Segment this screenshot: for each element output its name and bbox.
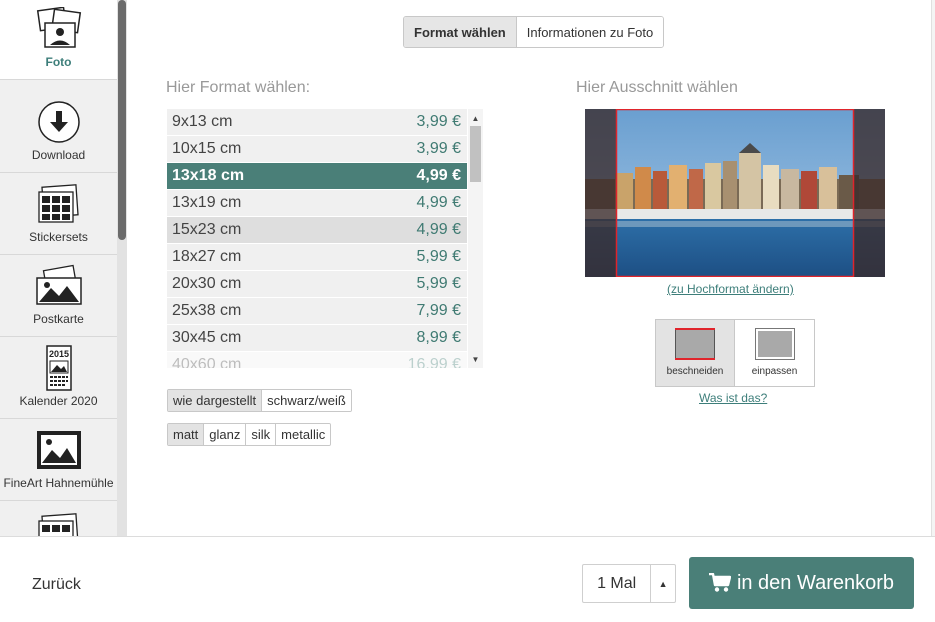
color-option-as-shown[interactable]: wie dargestellt (168, 390, 263, 411)
postcard-icon (35, 264, 83, 308)
paper-finish-toggle: matt glanz silk metallic (167, 423, 332, 446)
scroll-up-icon[interactable]: ▲ (468, 111, 483, 125)
paper-option-silk[interactable]: silk (246, 424, 277, 445)
format-option[interactable]: 30x45 cm 8,99 € (167, 325, 467, 352)
format-price: 7,99 € (416, 302, 461, 319)
format-list-scrollbar[interactable]: ▲ ▼ (468, 109, 483, 368)
format-size: 15x23 cm (172, 221, 242, 238)
crop-mode-icon (675, 328, 716, 360)
sidebar-item-label: FineArt Hahnemühle (3, 476, 114, 490)
format-option-selected[interactable]: 13x18 cm 4,99 € (167, 163, 467, 190)
format-size: 10x15 cm (172, 140, 242, 157)
format-size: 18x27 cm (172, 248, 242, 265)
sidebar-item-kalender[interactable]: 2015 Kalender 2020 (0, 337, 117, 419)
help-link[interactable]: Was ist das? (699, 391, 767, 405)
sticker-sheet-icon (35, 511, 83, 537)
sidebar-item-download[interactable]: Download (0, 91, 117, 173)
fit-option-label: einpassen (751, 366, 798, 377)
format-option[interactable]: 10x15 cm 3,99 € (167, 136, 467, 163)
format-option[interactable]: 25x38 cm 7,99 € (167, 298, 467, 325)
format-price: 8,99 € (416, 329, 461, 346)
color-option-bw[interactable]: schwarz/weiß (262, 390, 351, 411)
format-size: 13x18 cm (172, 167, 245, 184)
format-option[interactable]: 9x13 cm 3,99 € (167, 109, 467, 136)
top-tabs: Format wählen Informationen zu Foto (403, 16, 665, 48)
sidebar-item-label: Stickersets (29, 230, 88, 244)
format-size: 9x13 cm (172, 113, 233, 130)
format-section-title: Hier Format wählen: (166, 79, 311, 96)
add-to-cart-button[interactable]: in den Warenkorb (689, 557, 914, 609)
footer-divider (0, 536, 935, 537)
format-option[interactable]: 40x60 cm 16,99 € (167, 352, 467, 368)
format-size: 30x45 cm (172, 329, 242, 346)
shopping-cart-icon (708, 573, 731, 593)
format-size: 20x30 cm (172, 275, 242, 292)
page-scrollbar[interactable] (931, 0, 935, 536)
format-option[interactable]: 15x23 cm 4,99 € (167, 217, 467, 244)
format-price: 5,99 € (416, 275, 461, 292)
fit-mode-toggle: beschneiden einpassen (655, 319, 815, 387)
sidebar-item-stickersets[interactable]: Stickersets (0, 173, 117, 255)
format-list: 9x13 cm 3,99 € 10x15 cm 3,99 € 13x18 cm 4,9… (167, 109, 467, 368)
fit-option-fit[interactable]: einpassen (735, 320, 814, 386)
format-price: 4,99 € (416, 221, 461, 238)
quantity-up-icon[interactable]: ▲ (651, 565, 675, 602)
format-price: 4,99 € (416, 194, 461, 211)
format-option[interactable]: 13x19 cm 4,99 € (167, 190, 467, 217)
format-price: 4,99 € (416, 167, 461, 184)
format-price: 16,99 € (407, 356, 461, 368)
crop-preview[interactable] (585, 109, 885, 277)
quantity-value[interactable]: 1 Mal (583, 565, 652, 602)
sidebar-scrollbar-thumb[interactable] (118, 0, 126, 240)
crop-preview-image (585, 109, 885, 277)
sticker-sheet-icon (35, 182, 83, 226)
back-button[interactable]: Zurück (32, 576, 81, 594)
calendar-year-text: 2015 (48, 349, 68, 359)
paper-option-metallic[interactable]: metallic (276, 424, 331, 445)
format-size: 13x19 cm (172, 194, 242, 211)
format-option[interactable]: 20x30 cm 5,99 € (167, 271, 467, 298)
sidebar-item-label: Download (31, 148, 86, 162)
crop-section-title: Hier Ausschnitt wählen (576, 79, 738, 96)
sidebar-item-foto[interactable]: Foto (0, 0, 117, 80)
framed-picture-icon (35, 428, 83, 472)
scroll-down-icon[interactable]: ▼ (468, 352, 483, 366)
format-option[interactable]: 18x27 cm 5,99 € (167, 244, 467, 271)
fit-option-label: beschneiden (666, 366, 724, 377)
paper-option-matt[interactable]: matt (168, 424, 205, 445)
sidebar-item-fineart[interactable]: FineArt Hahnemühle (0, 419, 117, 501)
format-price: 5,99 € (416, 248, 461, 265)
product-sidebar: Foto Download Stickersets Postkarte 2015… (0, 0, 127, 537)
format-size: 40x60 cm (172, 356, 242, 368)
format-price: 3,99 € (416, 140, 461, 157)
format-list-scrollbar-thumb[interactable] (470, 126, 481, 182)
quantity-stepper[interactable]: 1 Mal ▲ (582, 564, 676, 603)
sidebar-item-label: Postkarte (33, 312, 84, 326)
download-icon (35, 100, 83, 144)
sidebar-item-more[interactable] (0, 501, 117, 537)
orientation-link[interactable]: (zu Hochformat ändern) (667, 282, 794, 296)
fit-option-crop[interactable]: beschneiden (656, 320, 736, 386)
paper-option-glanz[interactable]: glanz (204, 424, 247, 445)
sidebar-item-postkarte[interactable]: Postkarte (0, 255, 117, 337)
format-price: 3,99 € (416, 113, 461, 130)
color-mode-toggle: wie dargestellt schwarz/weiß (167, 389, 352, 412)
sidebar-item-label: Kalender 2020 (19, 394, 98, 408)
add-to-cart-label: in den Warenkorb (736, 571, 895, 594)
fit-mode-icon (754, 328, 795, 360)
tab-photo-info[interactable]: Informationen zu Foto (516, 17, 664, 47)
format-size: 25x38 cm (172, 302, 242, 319)
calendar-icon: 2015 (35, 345, 83, 391)
tab-format[interactable]: Format wählen (404, 17, 517, 47)
photo-stack-icon (35, 7, 83, 51)
sidebar-item-label: Foto (45, 55, 72, 69)
